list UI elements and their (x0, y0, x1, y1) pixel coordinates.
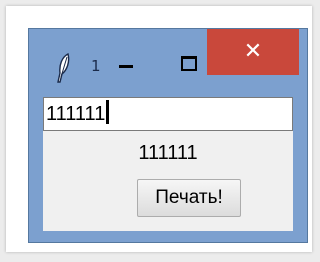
output-label: 111111 (138, 142, 198, 164)
print-button[interactable]: Печать! (137, 179, 241, 217)
image-frame: 1 ✕ 111111 111111 Печать! (6, 6, 312, 252)
feather-icon (57, 52, 71, 83)
app-window: 1 ✕ 111111 111111 Печать! (28, 28, 308, 243)
text-entry[interactable]: 111111 (43, 97, 293, 131)
background: 1 ✕ 111111 111111 Печать! (0, 0, 320, 262)
close-icon[interactable]: ✕ (207, 29, 299, 75)
maximize-icon[interactable] (169, 49, 207, 79)
minimize-icon[interactable] (107, 49, 145, 79)
client-area: 111111 111111 Печать! (43, 97, 293, 231)
entry-value: 111111 (46, 103, 106, 125)
title-bar[interactable]: 1 ✕ (29, 29, 307, 97)
text-caret (106, 100, 110, 124)
window-title: 1 (91, 57, 101, 75)
